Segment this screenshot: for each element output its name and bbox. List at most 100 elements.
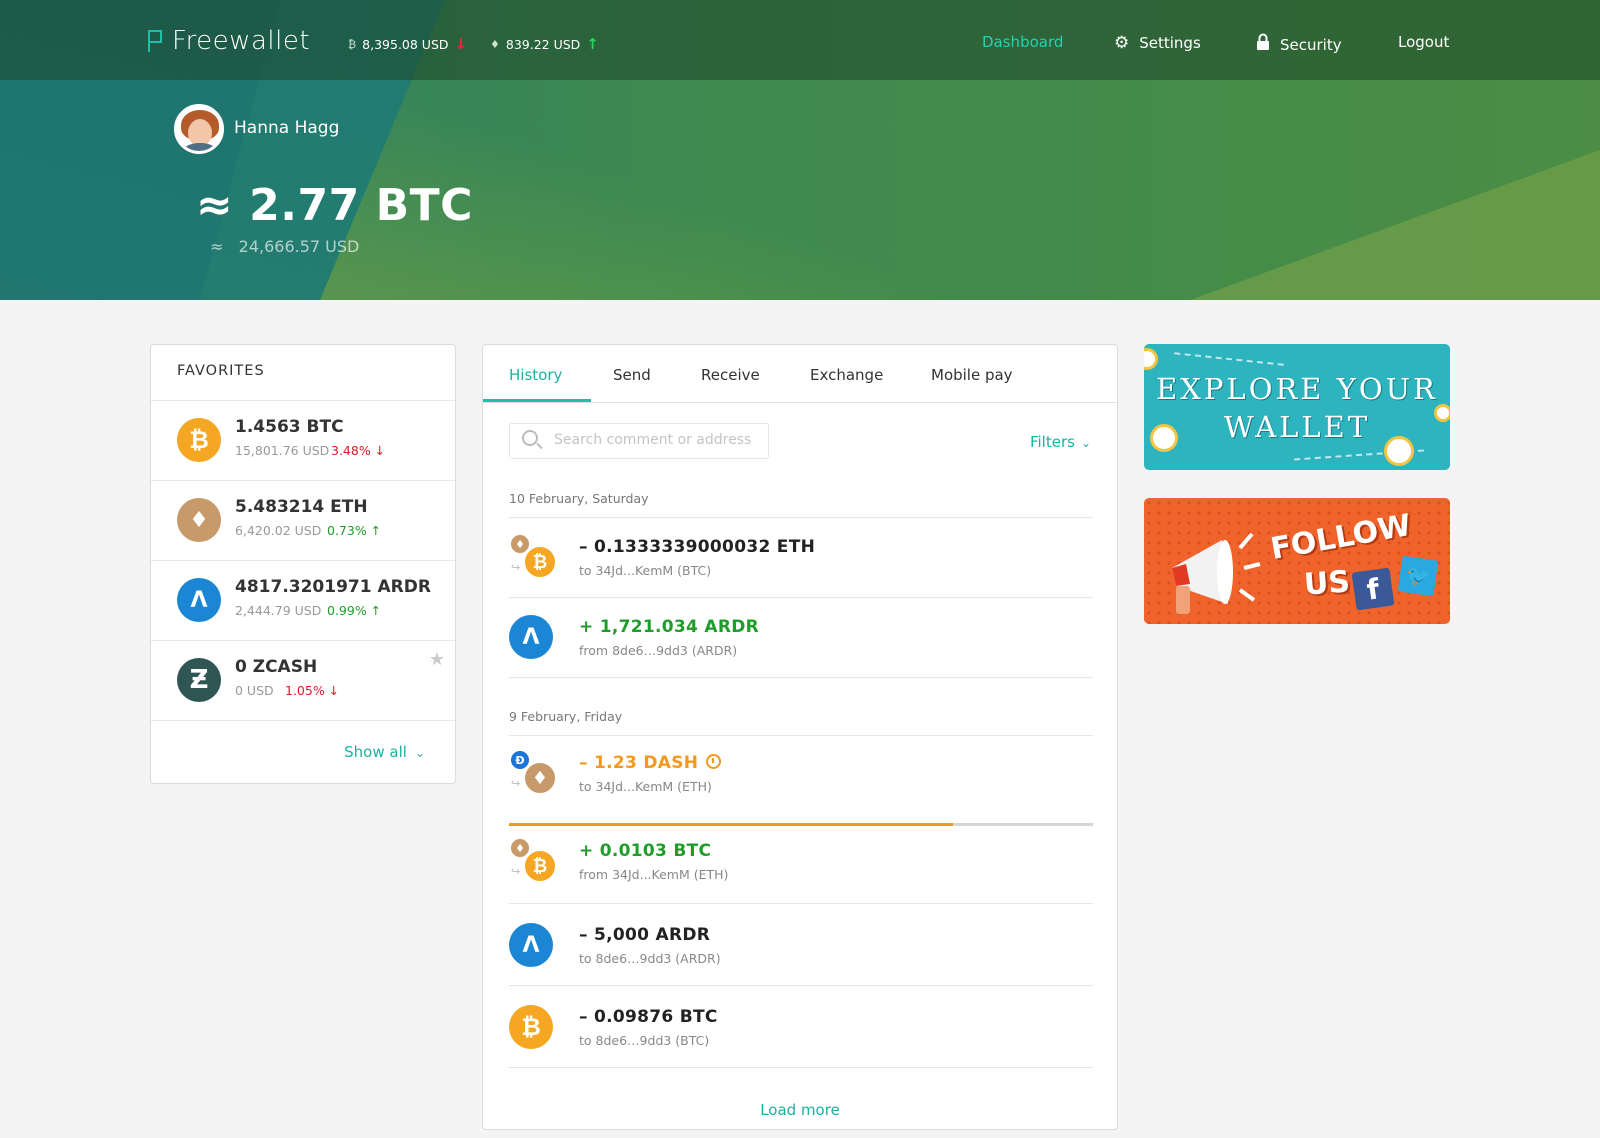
star-icon[interactable]: ★ [429, 649, 445, 670]
favorites-title: FAVORITES [177, 363, 265, 379]
transaction-row-pending[interactable]: Đ ♦ ↪ – 1.23 DASH to 34Jd...KemM (ETH) [509, 733, 1093, 813]
transaction-address: to 34Jd...KemM (ETH) [579, 779, 712, 794]
transaction-amount: + 1,721.034 ARDR [579, 617, 760, 637]
explore-banner-text: EXPLORE YOUR WALLET [1156, 372, 1438, 444]
chevron-down-icon: ⌄ [414, 746, 425, 760]
nav-settings[interactable]: ⚙ Settings [1114, 33, 1201, 53]
history-search [509, 423, 769, 459]
chevron-down-icon: ⌄ [1080, 436, 1091, 450]
btc-price: 8,395.08 USD [362, 36, 449, 52]
favorite-item-ardr[interactable]: Λ 4817.3201971 ARDR 2,444.79 USD 0.99% ↑ [151, 560, 455, 640]
megaphone-icon [1172, 532, 1261, 614]
search-input[interactable] [554, 432, 754, 448]
favorite-amount: 1.4563 BTC [235, 417, 344, 437]
bitcoin-icon: ₿ [523, 849, 557, 883]
hero-banner: Freewallet ₿ 8,395.08 USD ↓ ♦ 839.22 USD… [0, 0, 1600, 300]
transaction-row[interactable]: Λ + 1,721.034 ARDR from 8de6…9dd3 (ARDR) [509, 597, 1093, 677]
tab-history[interactable]: History [509, 366, 562, 384]
ardor-icon: Λ [509, 615, 553, 659]
ardor-icon: Λ [509, 923, 553, 967]
tab-exchange[interactable]: Exchange [810, 366, 883, 384]
user-avatar[interactable] [174, 104, 224, 154]
transaction-address: to 34Jd...KemM (BTC) [579, 563, 712, 578]
show-all-label: Show all [344, 743, 407, 761]
transaction-row[interactable]: ♦ ₿ ↪ + 0.0103 BTC from 34Jd...KemM (ETH… [509, 821, 1093, 901]
nav-logout[interactable]: Logout [1398, 33, 1449, 51]
bitcoin-icon: ₿ [348, 37, 357, 51]
app-name: Freewallet [172, 26, 311, 56]
compass-icon [1144, 348, 1158, 370]
exchange-arrow-icon: ↪ [511, 561, 521, 574]
nav-dashboard-label: Dashboard [982, 33, 1064, 51]
nav-logout-label: Logout [1398, 33, 1450, 51]
tab-receive[interactable]: Receive [701, 366, 760, 384]
favorite-item-eth[interactable]: ♦ 5.483214 ETH 6,420.02 USD 0.73% ↑ [151, 480, 455, 560]
transaction-address: to 8de6…9dd3 (ARDR) [579, 951, 721, 966]
eth-price-ticker: ♦ 839.22 USD ↑ [490, 35, 599, 53]
favorite-item-zcash[interactable]: Ƶ 0 ZCASH 0 USD 1.05% ↓ ★ [151, 640, 455, 720]
transaction-address: to 8de6…9dd3 (BTC) [579, 1033, 710, 1048]
favorite-change: 3.48% ↓ [331, 443, 386, 458]
total-balance-usd: ≈ 24,666.57 USD [210, 237, 360, 256]
nav-settings-label: Settings [1139, 34, 1201, 52]
app-logo[interactable]: Freewallet [148, 26, 310, 56]
zcash-icon: Ƶ [177, 658, 221, 702]
divider [509, 985, 1093, 986]
nav-security[interactable]: Security [1256, 33, 1342, 56]
divider [509, 903, 1093, 904]
ethereum-icon: ♦ [523, 761, 557, 795]
divider [509, 677, 1093, 678]
clock-icon [706, 754, 722, 769]
gear-icon: ⚙ [1114, 33, 1130, 53]
date-group-label: 9 February, Friday [509, 709, 623, 724]
transaction-row[interactable]: ♦ ₿ ↪ – 0.1333339000032 ETH to 34Jd...Ke… [509, 517, 1093, 597]
divider [509, 1067, 1093, 1068]
bitcoin-icon: ₿ [509, 1005, 553, 1049]
favorite-usd: 2,444.79 USD [235, 603, 322, 618]
load-more-button[interactable]: Load more [483, 1101, 1117, 1119]
favorite-usd: 0 USD [235, 683, 274, 698]
tab-send[interactable]: Send [613, 366, 651, 384]
favorite-usd: 15,801.76 USD [235, 443, 330, 458]
favorite-change: 0.73% ↑ [327, 523, 382, 538]
us-text: US [1302, 564, 1352, 603]
eth-price: 839.22 USD [505, 36, 581, 52]
favorites-card: FAVORITES ₿ 1.4563 BTC 15,801.76 USD 3.4… [150, 344, 456, 784]
twitter-icon[interactable]: 🐦 [1397, 555, 1439, 597]
favorite-change: 1.05% ↓ [285, 683, 340, 698]
bitcoin-icon: ₿ [177, 418, 221, 462]
flag-icon [148, 30, 162, 52]
explore-wallet-banner[interactable]: EXPLORE YOUR WALLET [1144, 344, 1450, 470]
date-group-label: 10 February, Saturday [509, 491, 649, 506]
active-tab-indicator [483, 399, 591, 402]
filters-label: Filters [1029, 433, 1075, 451]
ethereum-icon: ♦ [490, 37, 500, 51]
filters-button[interactable]: Filters ⌄ [1030, 433, 1091, 451]
follow-us-banner[interactable]: FOLLOW US f 🐦 [1144, 498, 1450, 624]
nav-dashboard[interactable]: Dashboard [982, 33, 1063, 51]
favorite-change: 0.99% ↑ [327, 603, 382, 618]
favorite-usd: 6,420.02 USD [235, 523, 322, 538]
history-card: History Send Receive Exchange Mobile pay… [482, 344, 1118, 1130]
lock-icon [1256, 33, 1270, 56]
tab-mobile-pay[interactable]: Mobile pay [931, 366, 1013, 384]
facebook-icon[interactable]: f [1351, 567, 1395, 611]
transaction-row[interactable]: Λ – 5,000 ARDR to 8de6…9dd3 (ARDR) [509, 905, 1093, 985]
transaction-amount: + 0.0103 BTC [579, 841, 712, 861]
transaction-address: from 34Jd...KemM (ETH) [579, 867, 729, 882]
favorite-amount: 0 ZCASH [235, 657, 318, 677]
transaction-row[interactable]: ₿ – 0.09876 BTC to 8de6…9dd3 (BTC) [509, 987, 1093, 1067]
show-all-button[interactable]: Show all ⌄ [151, 743, 455, 761]
btc-price-ticker: ₿ 8,395.08 USD ↓ [348, 35, 467, 53]
bitcoin-icon: ₿ [523, 545, 557, 579]
transaction-amount: – 1.23 DASH [579, 753, 722, 773]
transaction-amount: – 0.09876 BTC [579, 1007, 718, 1027]
favorite-amount: 5.483214 ETH [235, 497, 368, 517]
transaction-address: from 8de6…9dd3 (ARDR) [579, 643, 738, 658]
arrow-down-icon: ↓ [454, 35, 468, 53]
favorite-item-btc[interactable]: ₿ 1.4563 BTC 15,801.76 USD 3.48% ↓ [151, 400, 455, 480]
transaction-amount: – 5,000 ARDR [579, 925, 711, 945]
total-balance-btc: ≈ 2.77 BTC [196, 180, 473, 231]
arrow-up-icon: ↑ [586, 35, 599, 53]
ardor-icon: Λ [177, 578, 221, 622]
